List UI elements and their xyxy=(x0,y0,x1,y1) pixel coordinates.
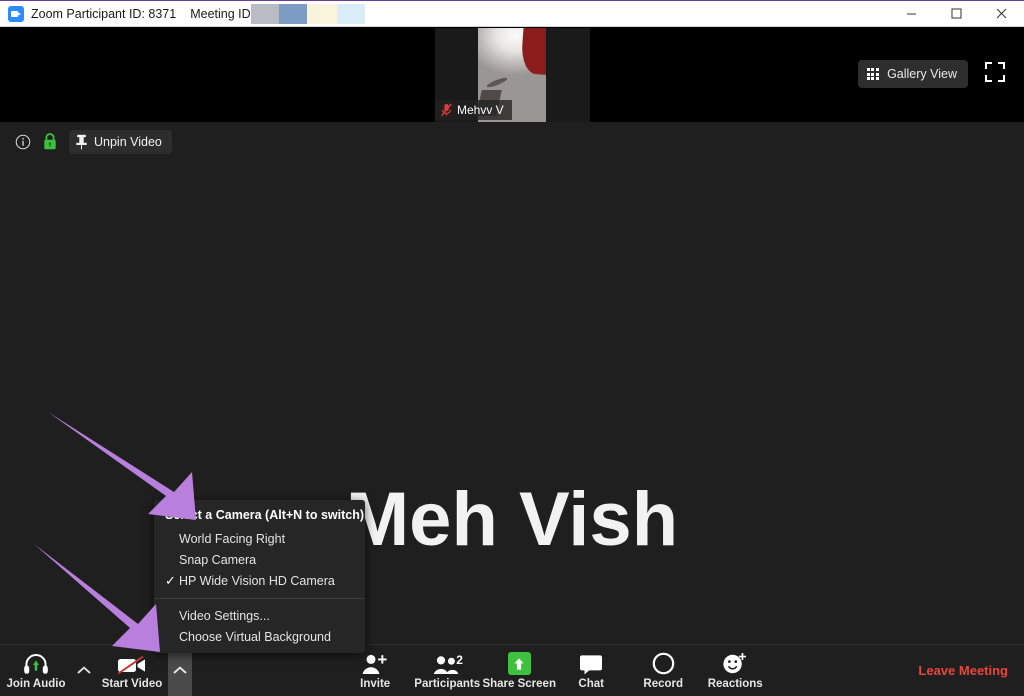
video-off-icon xyxy=(117,651,147,675)
record-label: Record xyxy=(643,678,684,690)
reactions-button[interactable]: Reactions xyxy=(699,645,771,696)
share-screen-label: Share Screen xyxy=(482,678,556,690)
meeting-id-redacted xyxy=(250,3,365,24)
window-title-bar: Zoom Participant ID: 8371 Meeting ID xyxy=(0,0,1024,27)
menu-item-choose-virtual-background[interactable]: Choose Virtual Background xyxy=(154,626,365,647)
pin-controls-bar: Unpin Video xyxy=(0,128,300,155)
menu-separator xyxy=(154,598,365,599)
select-camera-menu: Select a Camera (Alt+N to switch) World … xyxy=(154,500,365,653)
zoom-icon xyxy=(8,5,24,22)
zoom-meeting-window: Zoom Participant ID: 8371 Meeting ID Meh… xyxy=(0,0,1024,696)
reactions-smiley-icon xyxy=(722,651,748,675)
record-button[interactable]: Record xyxy=(627,645,699,696)
join-audio-button[interactable]: Join Audio xyxy=(0,645,72,696)
meeting-id-label: Meeting ID xyxy=(190,6,251,21)
join-audio-label: Join Audio xyxy=(6,678,66,690)
chat-label: Chat xyxy=(578,678,604,690)
chevron-up-icon xyxy=(77,666,91,674)
select-camera-menu-header: Select a Camera (Alt+N to switch) xyxy=(165,508,365,522)
menu-item-label: Video Settings... xyxy=(179,608,270,623)
gallery-view-label: Gallery View xyxy=(887,67,957,81)
invite-label: Invite xyxy=(360,678,391,690)
pin-icon xyxy=(76,134,87,149)
participant-thumbnail-strip: Mehvv V Gallery View xyxy=(0,27,1024,122)
menu-item-label: Choose Virtual Background xyxy=(179,629,331,644)
menu-item-label: World Facing Right xyxy=(179,531,286,546)
record-circle-icon xyxy=(652,651,675,675)
maximize-icon[interactable] xyxy=(934,1,979,27)
menu-item-hp-wide-vision-hd-camera[interactable]: ✓ HP Wide Vision HD Camera xyxy=(154,570,365,591)
chevron-up-icon xyxy=(173,666,187,674)
minimize-icon[interactable] xyxy=(889,1,934,27)
participants-count-badge: 2 xyxy=(456,653,463,667)
share-screen-button[interactable]: Share Screen xyxy=(482,645,556,696)
menu-item-label: Snap Camera xyxy=(179,552,257,567)
person-add-icon xyxy=(361,651,389,675)
grid-icon xyxy=(866,67,880,81)
enter-fullscreen-icon[interactable] xyxy=(984,61,1010,87)
unpin-video-button[interactable]: Unpin Video xyxy=(69,129,172,154)
participants-button[interactable]: 2 Participants xyxy=(411,645,483,696)
microphone-muted-icon xyxy=(441,103,452,117)
meeting-toolbar: Join Audio Start Video Invite 2 Particip… xyxy=(0,644,1024,696)
headset-icon xyxy=(23,651,49,675)
participant-thumbnail[interactable]: Mehvv V xyxy=(435,28,590,122)
info-circle-icon[interactable] xyxy=(15,134,31,150)
menu-item-label: HP Wide Vision HD Camera xyxy=(179,573,335,588)
close-icon[interactable] xyxy=(979,1,1024,27)
thumbnail-name-bar: Mehvv V xyxy=(435,100,512,120)
chat-button[interactable]: Chat xyxy=(555,645,627,696)
unpin-video-label: Unpin Video xyxy=(94,134,162,149)
checkmark-icon: ✓ xyxy=(165,572,176,588)
menu-item-video-settings[interactable]: Video Settings... xyxy=(154,605,365,626)
leave-meeting-button[interactable]: Leave Meeting xyxy=(918,645,1024,696)
menu-item-snap-camera[interactable]: Snap Camera xyxy=(154,549,365,570)
thumbnail-participant-name: Mehvv V xyxy=(457,103,504,117)
window-title: Zoom Participant ID: 8371 xyxy=(31,6,177,21)
menu-item-world-facing-right[interactable]: World Facing Right xyxy=(154,528,365,549)
reactions-label: Reactions xyxy=(707,678,763,690)
share-screen-icon xyxy=(507,651,531,675)
green-lock-icon xyxy=(44,133,56,150)
toolbar-right-gap xyxy=(771,645,918,696)
gallery-view-button[interactable]: Gallery View xyxy=(857,60,968,88)
audio-options-caret[interactable] xyxy=(72,645,96,696)
chat-bubble-icon xyxy=(579,651,603,675)
participants-label: Participants xyxy=(414,678,481,690)
start-video-label: Start Video xyxy=(101,678,163,690)
